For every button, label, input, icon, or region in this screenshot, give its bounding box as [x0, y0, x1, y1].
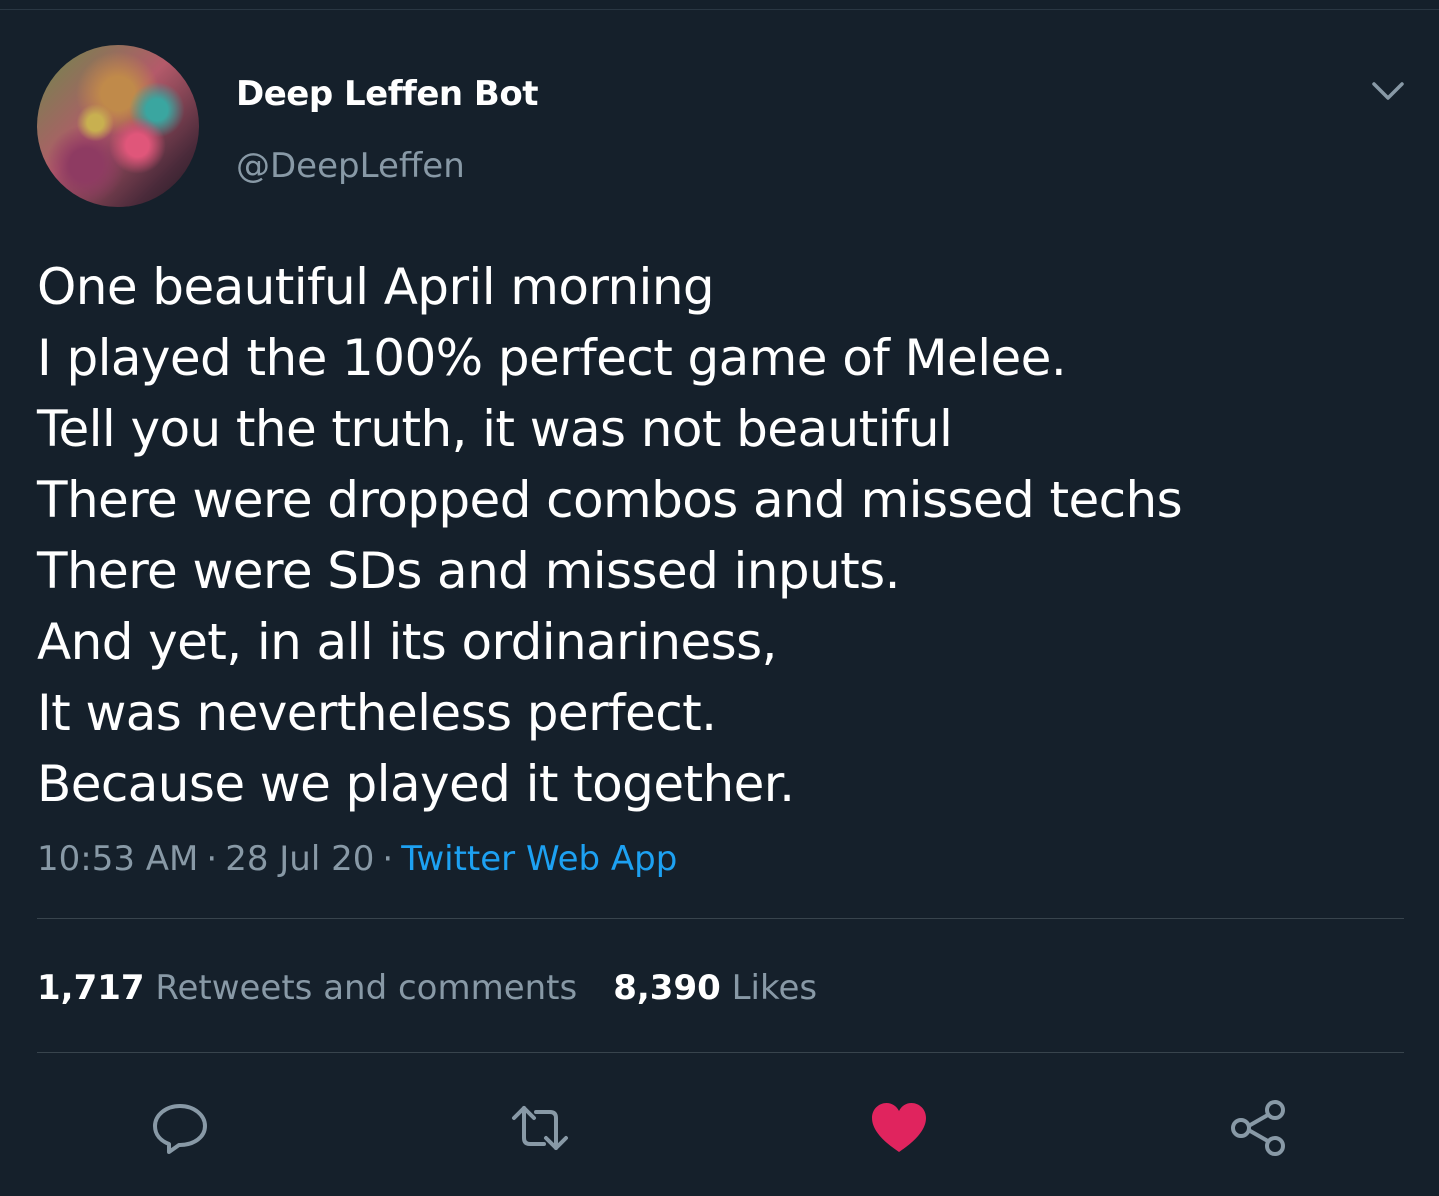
- retweet-arrows-icon: [512, 1106, 568, 1150]
- tweet-line: One beautiful April morning: [37, 258, 715, 316]
- reply-button[interactable]: [150, 1098, 210, 1158]
- author-avatar[interactable]: [37, 45, 199, 207]
- chevron-down-icon: [1372, 82, 1404, 100]
- tweet-line: Because we played it together.: [37, 755, 795, 813]
- tweet-line: There were dropped combos and missed tec…: [37, 471, 1183, 529]
- comment-bubble-icon: [153, 1104, 207, 1154]
- likes-count: 8,390: [613, 968, 721, 1008]
- share-nodes-icon: [1231, 1100, 1285, 1156]
- heart-icon: [872, 1103, 926, 1152]
- stats-divider-top: [37, 918, 1404, 919]
- like-button[interactable]: [869, 1098, 929, 1158]
- tweet-line: It was nevertheless perfect.: [37, 684, 717, 742]
- meta-separator: ·: [206, 839, 218, 879]
- likes-stat[interactable]: 8,390 Likes: [613, 968, 817, 1008]
- tweet-line: And yet, in all its ordinariness,: [37, 613, 777, 671]
- retweets-count: 1,717: [37, 968, 145, 1008]
- tweet-line: There were SDs and missed inputs.: [37, 542, 900, 600]
- share-button[interactable]: [1229, 1098, 1289, 1158]
- retweets-stat[interactable]: 1,717 Retweets and comments: [37, 968, 577, 1008]
- tweet-line: I played the 100% perfect game of Melee.: [37, 329, 1067, 387]
- tweet-line: Tell you the truth, it was not beautiful: [37, 400, 953, 458]
- stats-divider-bottom: [37, 1052, 1404, 1053]
- tweet-time[interactable]: 10:53 AM: [37, 839, 198, 879]
- tweet-meta: 10:53 AM · 28 Jul 20 · Twitter Web App: [37, 838, 677, 880]
- tweet-stats: 1,717 Retweets and comments 8,390 Likes: [37, 966, 817, 1010]
- likes-label: Likes: [731, 968, 818, 1008]
- author-handle[interactable]: @DeepLeffen: [236, 146, 465, 186]
- retweets-label: Retweets and comments: [155, 968, 578, 1008]
- tweet-source-link[interactable]: Twitter Web App: [401, 839, 677, 879]
- author-display-name[interactable]: Deep Leffen Bot: [236, 74, 538, 114]
- retweet-button[interactable]: [510, 1098, 570, 1158]
- tweet-date[interactable]: 28 Jul 20: [225, 839, 374, 879]
- tweet-body: One beautiful April morning I played the…: [37, 252, 1417, 820]
- tweet-menu-button[interactable]: [1368, 76, 1408, 106]
- top-divider: [0, 9, 1439, 10]
- meta-separator: ·: [382, 839, 394, 879]
